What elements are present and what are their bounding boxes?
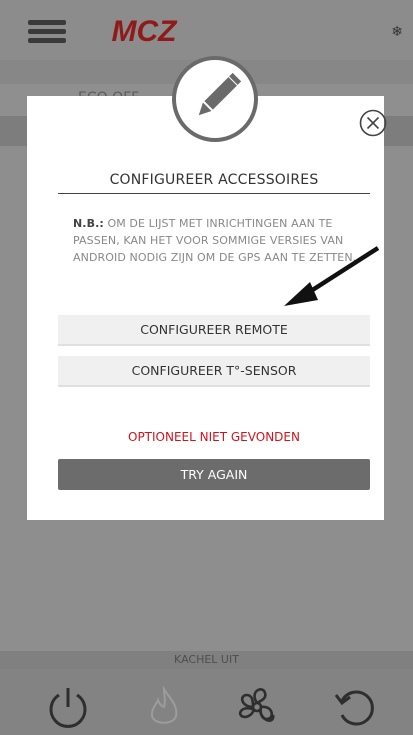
bottom-bar bbox=[0, 669, 413, 735]
configure-remote-button[interactable]: CONFIGUREER REMOTE bbox=[58, 315, 370, 346]
refresh-icon[interactable] bbox=[330, 683, 378, 731]
dialog-title: CONFIGUREER ACCESSOIRES bbox=[109, 172, 319, 188]
close-icon[interactable] bbox=[358, 108, 388, 138]
edit-badge bbox=[172, 56, 258, 142]
configure-sensor-button[interactable]: CONFIGUREER T°-SENSOR bbox=[58, 356, 370, 387]
power-icon[interactable] bbox=[44, 683, 92, 731]
top-bar: MCZ ❄ bbox=[0, 0, 413, 60]
mcz-logo: MCZ bbox=[112, 15, 179, 48]
fan-icon[interactable] bbox=[233, 683, 281, 731]
not-found-warning: OPTIONEEL NIET GEVONDEN bbox=[128, 430, 300, 444]
flame-icon[interactable] bbox=[140, 683, 188, 731]
menu-icon[interactable] bbox=[28, 20, 66, 44]
try-again-button[interactable]: TRY AGAIN bbox=[58, 459, 370, 490]
status-text: KACHEL UIT bbox=[0, 651, 413, 669]
pencil-icon bbox=[198, 72, 242, 116]
logo-text: MCZ bbox=[112, 15, 179, 48]
title-divider bbox=[58, 193, 370, 194]
snowflake-icon[interactable]: ❄ bbox=[391, 24, 403, 40]
note-label: N.B.: bbox=[73, 217, 104, 230]
pointer-arrow-icon bbox=[284, 246, 380, 306]
